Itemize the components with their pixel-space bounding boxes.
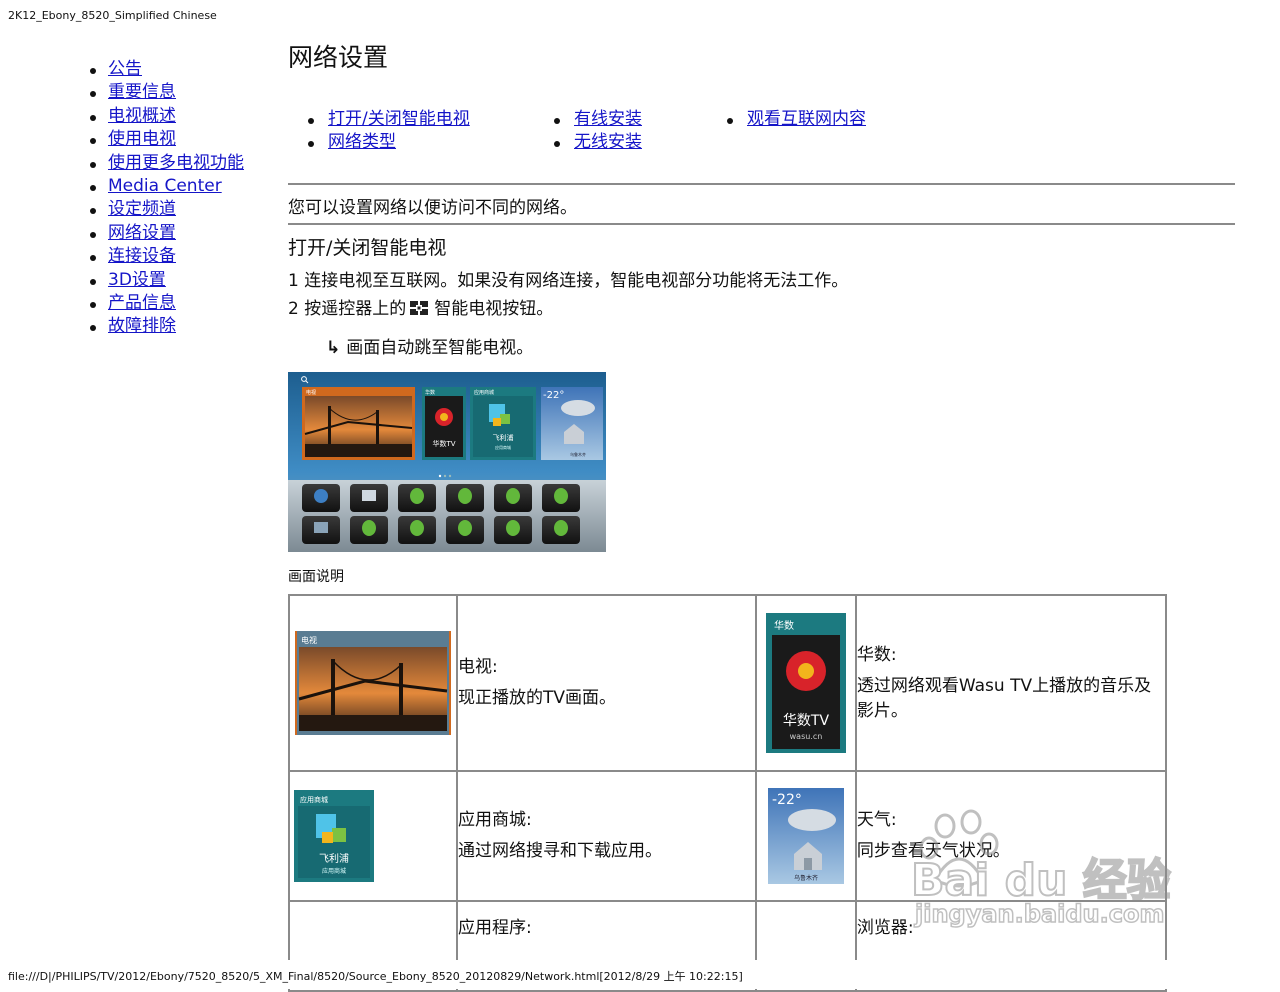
nav-link-product-info[interactable]: 产品信息	[108, 293, 176, 313]
result-text: 画面自动跳至智能电视。	[346, 338, 534, 358]
thumb-temp: -22°	[772, 792, 802, 808]
table-cell-thumb: 电视	[288, 594, 458, 772]
toc-link-smart-tv-onoff[interactable]: 打开/关闭智能电视	[328, 109, 470, 129]
toc-column-2: 有线安装 无线安装	[554, 108, 642, 154]
smart-tv-button-icon	[410, 301, 429, 315]
table-cell-thumb: 华数 华数TV wasu.cn	[755, 594, 857, 772]
feature-table: 电视 电视: 现正播放的TV画面。 华数 华数TV wasu.cn 华数: 透过…	[288, 594, 1168, 992]
toc-link-wireless[interactable]: 无线安装	[574, 132, 642, 152]
nav-link-important-info[interactable]: 重要信息	[108, 82, 176, 102]
step-2-suffix: 智能电视按钮。	[434, 299, 554, 319]
item-name: 华数:	[856, 644, 897, 665]
item-name: 电视:	[457, 657, 498, 677]
toc-item: 无线安装	[554, 131, 642, 154]
table-cell-desc: 电视: 现正播放的TV画面。	[455, 594, 758, 772]
table-cell-desc: 应用商城: 通过网络搜寻和下载应用。	[455, 770, 758, 902]
nav-item-use-tv: 使用电视	[90, 128, 244, 151]
nav-link-connect-devices[interactable]: 连接设备	[108, 246, 176, 266]
step-2: 2 按遥控器上的 智能电视按钮。	[288, 294, 553, 319]
toc-item: 网络类型	[308, 131, 470, 154]
toc-link-wired[interactable]: 有线安装	[574, 109, 642, 129]
screenshot-weather-city: 乌鲁木齐	[570, 451, 586, 457]
thumb-wasu-url: wasu.cn	[790, 732, 823, 741]
nav-link-network[interactable]: 网络设置	[108, 223, 176, 243]
nav-item-troubleshooting: 故障排除	[90, 315, 244, 338]
toc-item: 观看互联网内容	[727, 108, 866, 131]
smart-tv-screenshot: 电视 华数 华数TV 应用商城 飞利浦 应用商城 -22° 乌鲁木齐	[288, 372, 606, 552]
toc-column-1: 打开/关闭智能电视 网络类型	[308, 108, 470, 154]
section-title: 打开/关闭智能电视	[288, 237, 447, 259]
thumb-tv-label: 电视	[301, 635, 317, 645]
nav-item-connect-devices: 连接设备	[90, 245, 244, 268]
table-cell-thumb: 应用商城 飞利浦 应用商城	[288, 770, 458, 902]
toc-link-network-type[interactable]: 网络类型	[328, 132, 396, 152]
table-row: 应用商城 飞利浦 应用商城 应用商城: 通过网络搜寻和下载应用。 -22° 乌鲁…	[288, 770, 1168, 902]
thumb-weather-city: 乌鲁木齐	[794, 874, 818, 882]
item-desc: 透过网络观看Wasu TV上播放的音乐及影片。	[856, 675, 1152, 721]
item-desc: 现正播放的TV画面。	[457, 688, 616, 708]
weather-thumbnail: -22° 乌鲁木齐	[767, 788, 844, 884]
nav-item-product-info: 产品信息	[90, 292, 244, 315]
nav-link-channels[interactable]: 设定频道	[108, 199, 176, 219]
nav-link-media-center[interactable]: Media Center	[108, 176, 222, 196]
nav-item-channels: 设定频道	[90, 198, 244, 221]
screenshot-caption: 画面说明	[288, 569, 344, 585]
table-row: 电视 电视: 现正播放的TV画面。 华数 华数TV wasu.cn 华数: 透过…	[288, 594, 1168, 772]
item-name: 浏览器:	[856, 918, 914, 938]
item-name: 应用程序:	[457, 918, 532, 938]
item-name: 应用商城:	[457, 810, 532, 830]
nav-link-troubleshooting[interactable]: 故障排除	[108, 316, 176, 336]
nav-link-use-tv[interactable]: 使用电视	[108, 129, 176, 149]
thumb-store-sub: 应用商城	[322, 867, 346, 875]
divider-top	[288, 183, 1235, 185]
wasu-thumbnail: 华数 华数TV wasu.cn	[765, 613, 846, 753]
nav-link-tv-overview[interactable]: 电视概述	[108, 106, 176, 126]
table-cell-thumb: -22° 乌鲁木齐	[755, 770, 857, 902]
nav-item-more-features: 使用更多电视功能	[90, 152, 244, 175]
screenshot-wasu-label: 华数	[425, 389, 435, 396]
thumb-wasu-logo: 华数TV	[783, 713, 830, 729]
page-title: 网络设置	[288, 43, 389, 72]
step-1: 1 连接电视至互联网。如果没有网络连接，智能电视部分功能将无法工作。	[288, 271, 849, 291]
print-header: 2K12_Ebony_8520_Simplified Chinese	[8, 9, 217, 22]
nav-item-network: 网络设置	[90, 222, 244, 245]
intro-text: 您可以设置网络以便访问不同的网络。	[288, 198, 577, 218]
nav-item-media-center: Media Center	[90, 175, 244, 198]
toc-column-3: 观看互联网内容	[727, 108, 866, 131]
screenshot-store-logo: 飞利浦	[493, 433, 514, 442]
screenshot-wasu-logo: 华数TV	[432, 439, 455, 448]
screenshot-store-label: 应用商城	[474, 389, 494, 396]
step-2-prefix: 2 按遥控器上的	[288, 299, 407, 319]
table-cell-desc: 华数: 透过网络观看Wasu TV上播放的音乐及影片。	[854, 594, 1168, 772]
thumb-store-logo: 飞利浦	[319, 852, 349, 865]
print-footer: file:///D|/PHILIPS/TV/2012/Ebony/7520_85…	[8, 970, 743, 983]
screenshot-tv-label: 电视	[306, 389, 316, 396]
step-result: ↳ 画面自动跳至智能电视。	[326, 333, 533, 358]
nav-link-3d[interactable]: 3D设置	[108, 270, 166, 290]
item-name: 天气:	[856, 810, 897, 830]
sidebar-nav: 公告 重要信息 电视概述 使用电视 使用更多电视功能 Media Center …	[90, 58, 244, 339]
tv-thumbnail: 电视	[294, 631, 451, 735]
nav-link-announcement[interactable]: 公告	[108, 59, 142, 79]
item-desc: 同步查看天气状况。	[856, 841, 1010, 861]
thumb-wasu-label: 华数	[774, 619, 794, 632]
item-desc: 通过网络搜寻和下载应用。	[457, 841, 662, 861]
nav-link-more-features[interactable]: 使用更多电视功能	[108, 153, 244, 173]
store-thumbnail: 应用商城 飞利浦 应用商城	[294, 790, 374, 882]
divider-bottom	[288, 223, 1235, 225]
toc-item: 打开/关闭智能电视	[308, 108, 470, 131]
table-cell-desc: 天气: 同步查看天气状况。	[854, 770, 1168, 902]
screenshot-temp: -22°	[543, 390, 564, 401]
thumb-store-label: 应用商城	[300, 795, 328, 804]
screenshot-store-sub: 应用商城	[495, 444, 511, 450]
result-arrow-icon: ↳	[326, 338, 341, 358]
toc-item: 有线安装	[554, 108, 642, 131]
nav-item-announcement: 公告	[90, 58, 244, 81]
nav-item-3d: 3D设置	[90, 269, 244, 292]
nav-item-tv-overview: 电视概述	[90, 105, 244, 128]
nav-item-important-info: 重要信息	[90, 81, 244, 104]
toc-link-internet-content[interactable]: 观看互联网内容	[747, 109, 866, 129]
